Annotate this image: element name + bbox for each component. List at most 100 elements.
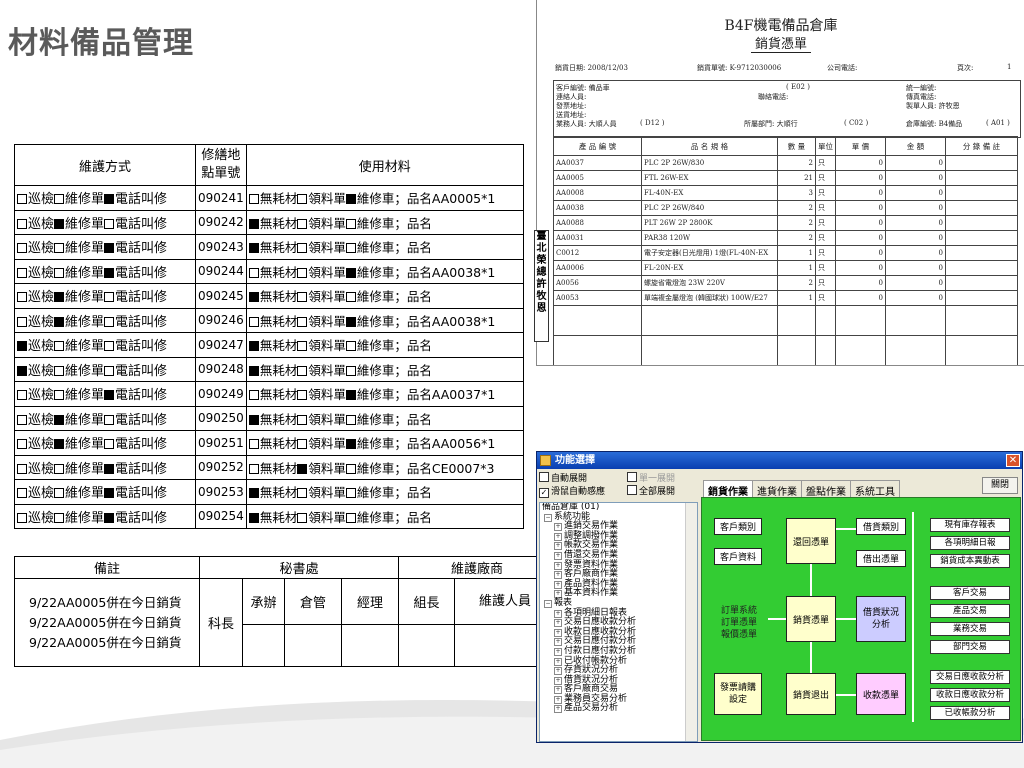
auto-expand-checkbox[interactable]: 自動展開 [539, 471, 587, 484]
checkbox-icon[interactable] [54, 194, 65, 205]
checkbox-icon[interactable] [248, 439, 259, 450]
close-button[interactable]: 關閉 [982, 477, 1018, 494]
checkbox-icon[interactable] [248, 292, 259, 303]
expand-icon[interactable]: + [554, 609, 562, 618]
checkbox-icon[interactable] [104, 316, 115, 327]
checkbox-icon[interactable] [54, 243, 65, 254]
checkbox-icon[interactable] [345, 316, 356, 327]
checkbox-icon[interactable] [17, 243, 27, 254]
checkbox-icon[interactable] [17, 292, 27, 303]
report-button[interactable]: 客戶交易 [930, 586, 1010, 600]
report-button[interactable]: 部門交易 [930, 640, 1010, 654]
expand-icon[interactable]: + [554, 532, 562, 541]
expand-icon[interactable]: + [554, 619, 562, 628]
mouse-sense-checkbox[interactable]: ✓ 滑鼠自動感應 [539, 484, 605, 498]
checkbox-icon[interactable] [297, 512, 308, 523]
checkbox-icon[interactable] [17, 512, 27, 523]
checkbox-icon[interactable] [17, 439, 27, 450]
checkbox-icon[interactable] [297, 365, 308, 376]
expand-icon[interactable]: + [554, 705, 562, 714]
receipt-note-button[interactable]: 收款憑單 [856, 673, 906, 715]
report-button[interactable]: 業務交易 [930, 622, 1010, 636]
checkbox-icon[interactable] [297, 390, 308, 401]
tree-item[interactable]: + 產品交易分析 [540, 704, 697, 714]
checkbox-icon[interactable] [17, 267, 27, 278]
expand-icon[interactable]: + [554, 523, 562, 532]
checkbox-icon[interactable] [345, 414, 356, 425]
checkbox-icon[interactable] [17, 488, 27, 499]
checkbox-icon[interactable] [297, 439, 308, 450]
checkbox-icon[interactable] [54, 512, 65, 523]
checkbox-icon[interactable] [248, 463, 259, 474]
checkbox-icon[interactable] [104, 365, 115, 376]
checkbox-icon[interactable] [248, 414, 259, 425]
report-button[interactable]: 已收帳款分析 [930, 706, 1010, 720]
checkbox-icon[interactable] [104, 218, 115, 229]
close-icon[interactable]: ✕ [1006, 454, 1020, 467]
checkbox-icon[interactable] [248, 365, 259, 376]
checkbox-icon[interactable] [54, 414, 65, 425]
collapse-icon[interactable]: − [544, 513, 552, 522]
checkbox-icon[interactable] [248, 243, 259, 254]
checkbox-icon[interactable] [17, 316, 27, 327]
checkbox-icon[interactable] [54, 365, 65, 376]
sales-return-button[interactable]: 銷貨退出 [786, 673, 836, 715]
expand-icon[interactable]: + [554, 676, 562, 685]
report-button[interactable]: 現有庫存報表 [930, 518, 1010, 532]
checkbox-icon[interactable] [345, 341, 356, 352]
checkbox-icon[interactable] [17, 341, 27, 352]
loan-status-button[interactable]: 借貨狀況 分析 [856, 596, 906, 642]
expand-icon[interactable]: + [554, 571, 562, 580]
checkbox-icon[interactable] [104, 390, 115, 401]
checkbox-icon[interactable] [345, 365, 356, 376]
checkbox-icon[interactable] [345, 243, 356, 254]
report-button[interactable]: 收款日應收款分析 [930, 688, 1010, 702]
checkbox-icon[interactable] [297, 194, 308, 205]
checkbox-icon[interactable] [54, 292, 65, 303]
report-button[interactable]: 產品交易 [930, 604, 1010, 618]
loan-note-button[interactable]: 借出憑單 [856, 550, 906, 567]
expand-icon[interactable]: + [554, 686, 562, 695]
checkbox-icon[interactable] [297, 463, 308, 474]
checkbox-icon[interactable] [104, 414, 115, 425]
checkbox-icon[interactable] [104, 439, 115, 450]
expand-icon[interactable]: + [554, 561, 562, 570]
checkbox-icon[interactable] [104, 488, 115, 499]
sales-note-button[interactable]: 銷貨憑單 [786, 596, 836, 642]
function-tree[interactable]: 備品倉庫 (01) − 系統功能 + 進銷交易作業 + 調整調撥作業 + 帳款交易作業 + 借還交易… [539, 502, 698, 742]
collapse-icon[interactable]: − [544, 599, 552, 608]
checkbox-icon[interactable] [297, 243, 308, 254]
checkbox-icon[interactable] [345, 390, 356, 401]
invoice-setup-button[interactable]: 發票請購 設定 [714, 673, 762, 715]
checkbox-icon[interactable] [104, 512, 115, 523]
expand-icon[interactable]: + [554, 657, 562, 666]
checkbox-icon[interactable] [54, 341, 65, 352]
report-button[interactable]: 交易日應收款分析 [930, 670, 1010, 684]
checkbox-icon[interactable] [104, 292, 115, 303]
report-button[interactable]: 銷貨成本異動表 [930, 554, 1010, 568]
checkbox-icon[interactable] [17, 194, 27, 205]
checkbox-icon[interactable] [104, 194, 115, 205]
checkbox-icon[interactable] [104, 243, 115, 254]
return-note-button[interactable]: 還回憑單 [786, 518, 836, 564]
checkbox-icon[interactable] [104, 341, 115, 352]
expand-icon[interactable]: + [554, 551, 562, 560]
checkbox-icon[interactable] [54, 316, 65, 327]
checkbox-icon[interactable] [345, 488, 356, 499]
checkbox-icon[interactable] [297, 218, 308, 229]
expand-icon[interactable]: + [554, 638, 562, 647]
checkbox-icon[interactable] [345, 463, 356, 474]
customer-data-button[interactable]: 客戶資料 [714, 548, 762, 565]
checkbox-icon[interactable] [54, 218, 65, 229]
expand-icon[interactable]: + [554, 667, 562, 676]
all-expand-checkbox[interactable]: 全部展開 [627, 484, 675, 497]
checkbox-icon[interactable] [248, 267, 259, 278]
checkbox-icon[interactable] [17, 365, 27, 376]
checkbox-icon[interactable] [17, 463, 27, 474]
checkbox-icon[interactable] [248, 390, 259, 401]
checkbox-icon[interactable] [54, 463, 65, 474]
customer-category-button[interactable]: 客戶類別 [714, 518, 762, 535]
expand-icon[interactable]: + [554, 542, 562, 551]
report-button[interactable]: 各項明細日報 [930, 536, 1010, 550]
checkbox-icon[interactable] [345, 194, 356, 205]
